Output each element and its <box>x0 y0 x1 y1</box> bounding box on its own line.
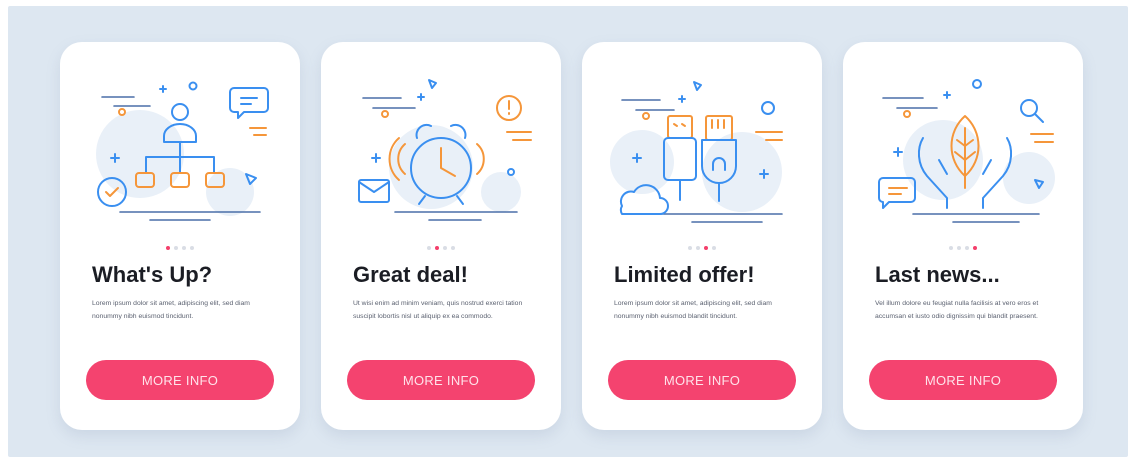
pagination-dot-2[interactable] <box>174 246 178 250</box>
more-info-button[interactable]: MORE INFO <box>608 360 796 400</box>
onboarding-screens-background: What's Up? Lorem ipsum dolor sit amet, a… <box>8 6 1128 457</box>
pagination-dot-4[interactable] <box>451 246 455 250</box>
card-description: Lorem ipsum dolor sit amet, adipiscing e… <box>92 300 250 320</box>
pagination-dot-3[interactable] <box>965 246 969 250</box>
card-description: Vel illum dolore eu feugiat nulla facili… <box>875 300 1039 320</box>
more-info-button[interactable]: MORE INFO <box>347 360 535 400</box>
pagination-dot-4[interactable] <box>973 246 977 250</box>
card-whats-up: What's Up? Lorem ipsum dolor sit amet, a… <box>60 42 300 430</box>
more-info-button[interactable]: MORE INFO <box>869 360 1057 400</box>
pagination-dots <box>60 246 300 250</box>
pagination-dot-3[interactable] <box>182 246 186 250</box>
pagination-dot-2[interactable] <box>435 246 439 250</box>
pagination-dots <box>843 246 1083 250</box>
card-title: Last news... <box>875 262 1000 287</box>
eco-leaf-hands-icon <box>878 79 1055 223</box>
pagination-dots <box>321 246 561 250</box>
card-description: Lorem ipsum dolor sit amet, adipiscing e… <box>614 300 772 320</box>
alarm-clock-icon <box>358 79 532 221</box>
pagination-dot-1[interactable] <box>427 246 431 250</box>
management-org-chart-icon <box>96 81 269 221</box>
card-great-deal: Great deal! Ut wisi enim ad minim veniam… <box>321 42 561 430</box>
pagination-dot-3[interactable] <box>443 246 447 250</box>
pagination-dot-1[interactable] <box>688 246 692 250</box>
card-title: Great deal! <box>353 262 468 287</box>
pagination-dot-2[interactable] <box>957 246 961 250</box>
more-info-button[interactable]: MORE INFO <box>86 360 274 400</box>
pagination-dot-1[interactable] <box>166 246 170 250</box>
pagination-dot-3[interactable] <box>704 246 708 250</box>
card-limited-offer: Limited offer! Lorem ipsum dolor sit ame… <box>582 42 822 430</box>
pagination-dot-4[interactable] <box>712 246 716 250</box>
pagination-dots <box>582 246 822 250</box>
card-description: Ut wisi enim ad minim veniam, quis nostr… <box>353 300 523 320</box>
card-title: Limited offer! <box>614 262 755 287</box>
usb-cable-connector-icon <box>610 81 783 223</box>
pagination-dot-4[interactable] <box>190 246 194 250</box>
card-title: What's Up? <box>92 262 213 287</box>
pagination-dot-2[interactable] <box>696 246 700 250</box>
card-last-news: Last news... Vel illum dolore eu feugiat… <box>843 42 1083 430</box>
pagination-dot-1[interactable] <box>949 246 953 250</box>
